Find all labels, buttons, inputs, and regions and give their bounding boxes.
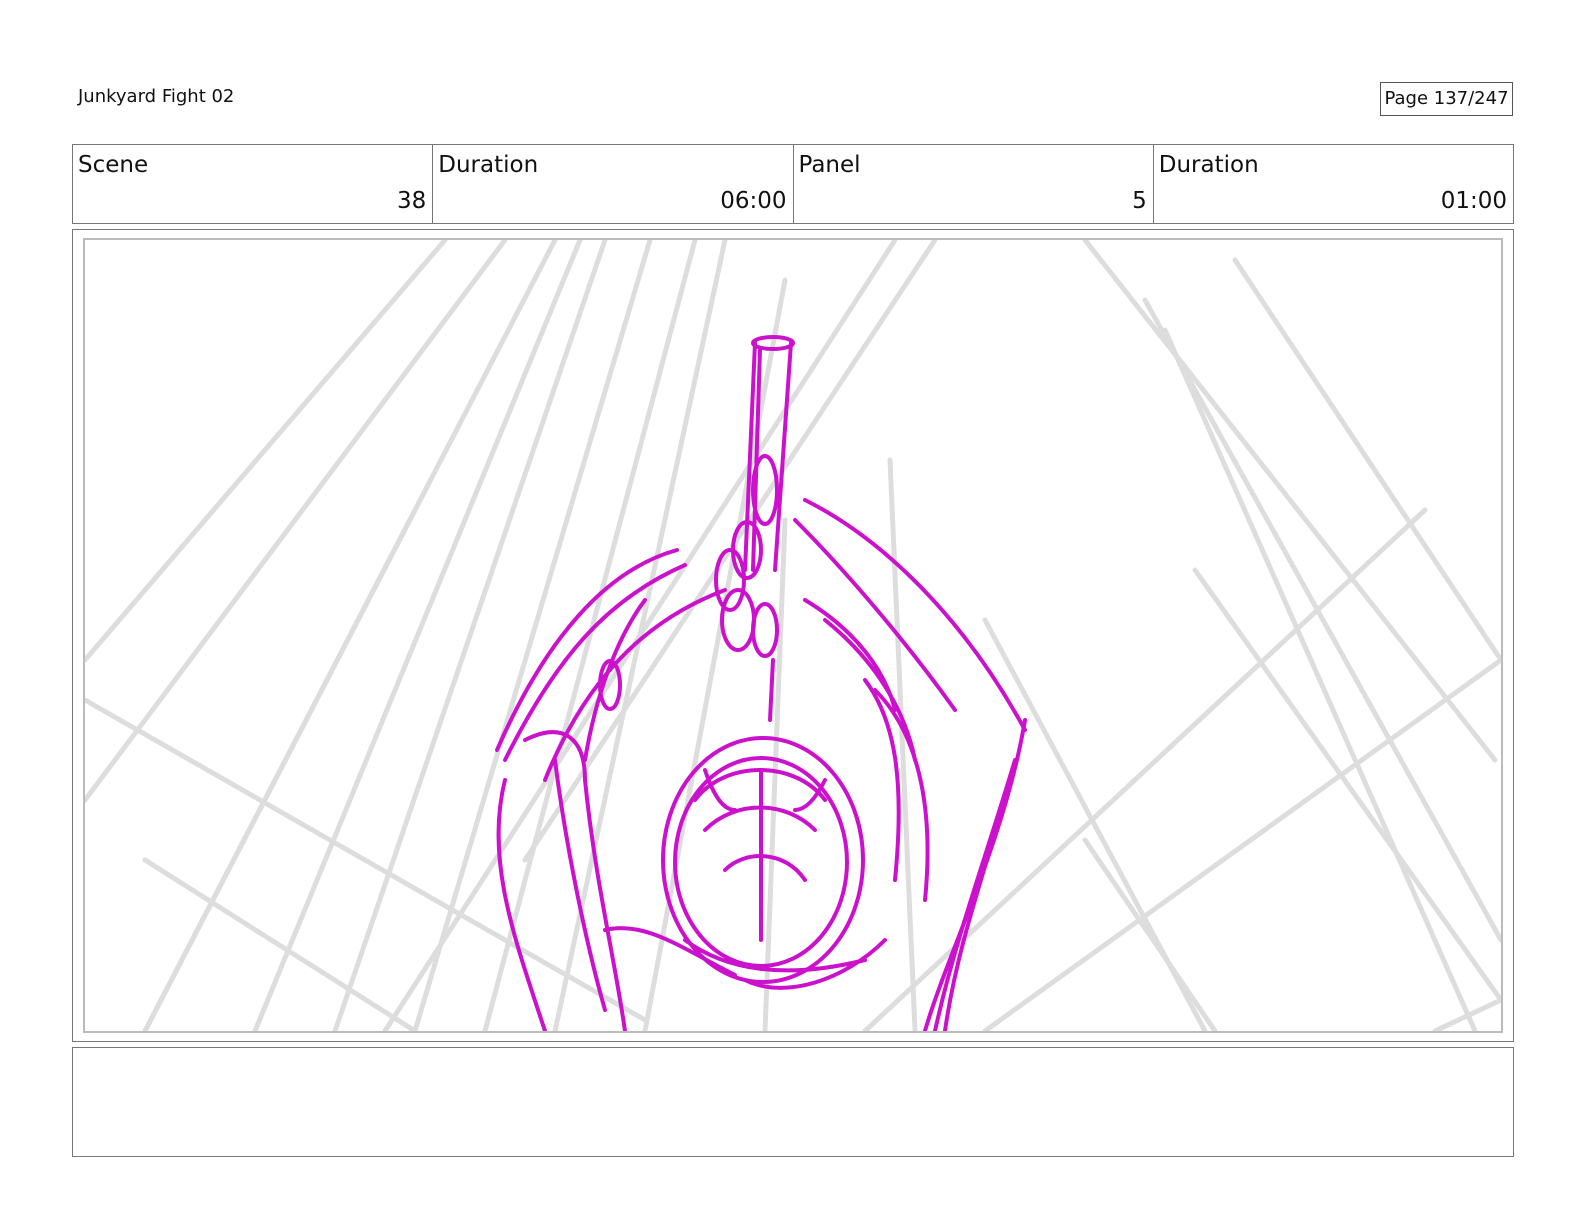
panel-label: Panel — [798, 152, 861, 178]
scene-cell: Scene 38 — [73, 145, 434, 223]
scene-duration-cell: Duration 06:00 — [433, 145, 794, 223]
scene-duration-value: 06:00 — [720, 188, 787, 214]
background-speed-lines — [85, 240, 1501, 1031]
scene-label: Scene — [78, 152, 149, 178]
storyboard-panel-drawing — [83, 238, 1503, 1033]
panel-number: 5 — [1132, 188, 1147, 214]
panel-duration-value: 01:00 — [1440, 188, 1507, 214]
panel-sketch — [85, 240, 1501, 1031]
panel-info-bar: Scene 38 Duration 06:00 Panel 5 Duration… — [72, 144, 1514, 224]
storyboard-panel-frame — [72, 229, 1514, 1042]
panel-cell: Panel 5 — [794, 145, 1154, 223]
scene-number: 38 — [396, 188, 427, 214]
panel-notes-box — [72, 1047, 1514, 1157]
scene-duration-label: Duration — [438, 152, 539, 178]
panel-duration-label: Duration — [1158, 152, 1259, 178]
project-title: Junkyard Fight 02 — [78, 86, 235, 107]
page-indicator: Page 137/247 — [1380, 82, 1513, 116]
panel-duration-cell: Duration 01:00 — [1154, 145, 1513, 223]
